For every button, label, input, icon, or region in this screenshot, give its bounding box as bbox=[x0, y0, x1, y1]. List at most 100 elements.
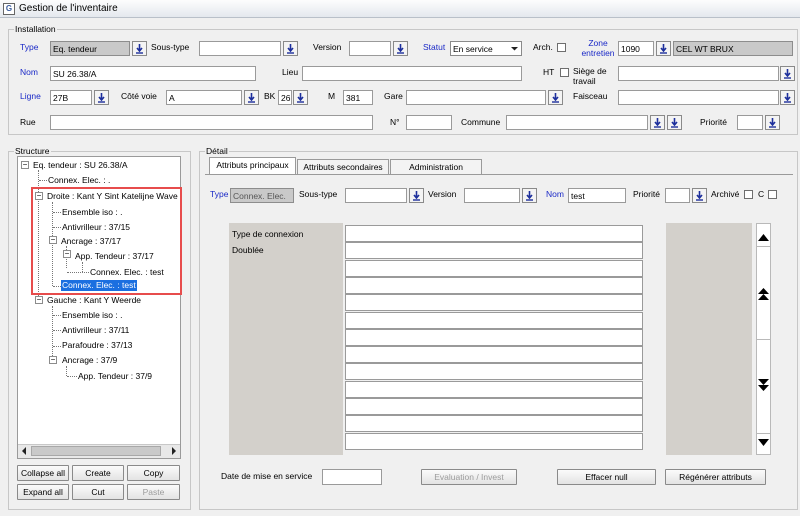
tab-attributs-principaux[interactable]: Attributs principaux bbox=[209, 157, 296, 174]
bk-lookup-button[interactable] bbox=[293, 90, 308, 105]
paste-button[interactable]: Paste bbox=[127, 484, 180, 500]
gare-field[interactable] bbox=[406, 90, 546, 105]
commune-field[interactable] bbox=[506, 115, 648, 130]
tree-node[interactable]: Ensemble iso : . bbox=[61, 310, 123, 321]
tree-line bbox=[53, 212, 61, 213]
zone-code-field[interactable]: 1090 bbox=[618, 41, 654, 56]
expand-all-button[interactable]: Expand all bbox=[17, 484, 69, 500]
commune-lookup-button-2[interactable] bbox=[667, 115, 682, 130]
tree-collapse-toggle[interactable]: − bbox=[21, 161, 29, 169]
priorite-field[interactable] bbox=[737, 115, 763, 130]
tree-collapse-toggle[interactable]: − bbox=[63, 250, 71, 258]
attribute-value-field[interactable] bbox=[345, 311, 643, 329]
tree-node[interactable]: Connex. Elec. : . bbox=[47, 175, 111, 186]
page-up-button[interactable] bbox=[757, 286, 770, 302]
type-field[interactable]: Eq. tendeur bbox=[50, 41, 130, 56]
attribute-value-field[interactable] bbox=[345, 276, 643, 294]
attribute-value-field[interactable] bbox=[345, 432, 643, 450]
regenerer-attributs-button[interactable]: Régénérer attributs bbox=[665, 469, 766, 485]
evaluation-invest-button[interactable]: Evaluation / Invest bbox=[421, 469, 517, 485]
tab-attributs-secondaires[interactable]: Attributs secondaires bbox=[297, 159, 389, 174]
scroll-down-button[interactable] bbox=[757, 436, 770, 449]
soustype-lookup-button[interactable] bbox=[283, 41, 298, 56]
tree-collapse-toggle[interactable]: − bbox=[35, 296, 43, 304]
tree-node[interactable]: Antivrilleur : 37/15 bbox=[61, 222, 131, 233]
tree-node[interactable]: Eq. tendeur : SU 26.38/A bbox=[32, 160, 129, 171]
download-arrow-icon bbox=[784, 93, 791, 103]
attribute-value-field[interactable] bbox=[345, 380, 643, 398]
type-lookup-button[interactable] bbox=[132, 41, 147, 56]
scroll-left-button[interactable] bbox=[19, 446, 29, 456]
download-arrow-icon bbox=[671, 118, 678, 128]
tree-node[interactable]: Gauche : Kant Y Weerde bbox=[46, 295, 142, 306]
faisceau-field[interactable] bbox=[618, 90, 779, 105]
cote-voie-lookup-button[interactable] bbox=[244, 90, 259, 105]
detail-nom-field[interactable]: test bbox=[568, 188, 626, 203]
rue-field[interactable] bbox=[50, 115, 373, 130]
tree-collapse-toggle[interactable]: − bbox=[49, 356, 57, 364]
create-button[interactable]: Create bbox=[72, 465, 124, 481]
attribute-value-field[interactable] bbox=[345, 398, 643, 415]
soustype-field[interactable] bbox=[199, 41, 281, 56]
scroll-up-button[interactable] bbox=[757, 231, 770, 244]
scroll-thumb[interactable] bbox=[31, 446, 161, 456]
collapse-all-button[interactable]: Collapse all bbox=[17, 465, 69, 481]
nom-field[interactable]: SU 26.38/A bbox=[50, 66, 256, 81]
gare-lookup-button[interactable] bbox=[548, 90, 563, 105]
tree-node[interactable]: Ensemble iso : . bbox=[61, 207, 123, 218]
tree-node[interactable]: App. Tendeur : 37/17 bbox=[74, 251, 155, 262]
faisceau-lookup-button[interactable] bbox=[780, 90, 795, 105]
attribute-value-field[interactable] bbox=[345, 242, 643, 260]
ht-checkbox[interactable] bbox=[560, 68, 569, 77]
tree-node[interactable]: Parafoudre : 37/13 bbox=[61, 340, 133, 351]
ligne-field[interactable]: 27B bbox=[50, 90, 92, 105]
tree-node[interactable]: Antivrilleur : 37/11 bbox=[61, 325, 130, 336]
tree-collapse-toggle[interactable]: − bbox=[35, 192, 43, 200]
c-checkbox[interactable] bbox=[768, 190, 777, 199]
ligne-lookup-button[interactable] bbox=[94, 90, 109, 105]
detail-version-lookup-button[interactable] bbox=[522, 188, 537, 203]
cote-voie-field[interactable]: A bbox=[166, 90, 242, 105]
version-lookup-button[interactable] bbox=[393, 41, 408, 56]
attribute-value-field[interactable] bbox=[345, 363, 643, 381]
priorite-lookup-button[interactable] bbox=[765, 115, 780, 130]
version-field[interactable] bbox=[349, 41, 391, 56]
siege-field[interactable] bbox=[618, 66, 779, 81]
attribute-value-field[interactable] bbox=[345, 415, 643, 433]
tree-node[interactable]: Ancrage : 37/17 bbox=[60, 236, 122, 247]
detail-soustype-lookup-button[interactable] bbox=[409, 188, 424, 203]
arch-checkbox[interactable] bbox=[557, 43, 566, 52]
detail-priorite-lookup-button[interactable] bbox=[692, 188, 707, 203]
lieu-field[interactable] bbox=[302, 66, 522, 81]
tree-node-selected[interactable]: Connex. Elec. : test bbox=[61, 280, 137, 291]
tree-collapse-toggle[interactable]: − bbox=[49, 236, 57, 244]
attribute-value-field[interactable] bbox=[345, 346, 643, 364]
tree-node[interactable]: App. Tendeur : 37/9 bbox=[77, 371, 153, 382]
tab-administration[interactable]: Administration bbox=[390, 159, 482, 174]
scroll-right-button[interactable] bbox=[169, 446, 179, 456]
page-down-button[interactable] bbox=[757, 377, 770, 393]
attribute-value-field[interactable] bbox=[345, 259, 643, 277]
m-field[interactable]: 381 bbox=[343, 90, 373, 105]
numero-field[interactable] bbox=[406, 115, 452, 130]
detail-soustype-field[interactable] bbox=[345, 188, 407, 203]
tree-node[interactable]: Droite : Kant Y Sint Katelijne Wave bbox=[46, 191, 179, 202]
detail-version-field[interactable] bbox=[464, 188, 520, 203]
siege-lookup-button[interactable] bbox=[780, 66, 795, 81]
tree-node[interactable]: Connex. Elec. : test bbox=[89, 267, 165, 278]
archive-checkbox[interactable] bbox=[744, 190, 753, 199]
bk-field[interactable]: 26 bbox=[278, 90, 292, 105]
attribute-value-field[interactable] bbox=[345, 294, 643, 312]
cut-button[interactable]: Cut bbox=[72, 484, 124, 500]
tree-node[interactable]: Ancrage : 37/9 bbox=[61, 355, 118, 366]
attribute-value-field[interactable] bbox=[345, 225, 643, 242]
zone-lookup-button[interactable] bbox=[656, 41, 671, 56]
detail-priorite-field[interactable] bbox=[665, 188, 690, 203]
attribute-value-field[interactable] bbox=[345, 328, 643, 346]
commune-lookup-button[interactable] bbox=[650, 115, 665, 130]
copy-button[interactable]: Copy bbox=[127, 465, 180, 481]
statut-select[interactable]: En service bbox=[450, 41, 522, 56]
date-mise-en-service-field[interactable] bbox=[322, 469, 382, 485]
effacer-null-button[interactable]: Effacer null bbox=[557, 469, 656, 485]
faisceau-label: Faisceau bbox=[573, 91, 608, 101]
